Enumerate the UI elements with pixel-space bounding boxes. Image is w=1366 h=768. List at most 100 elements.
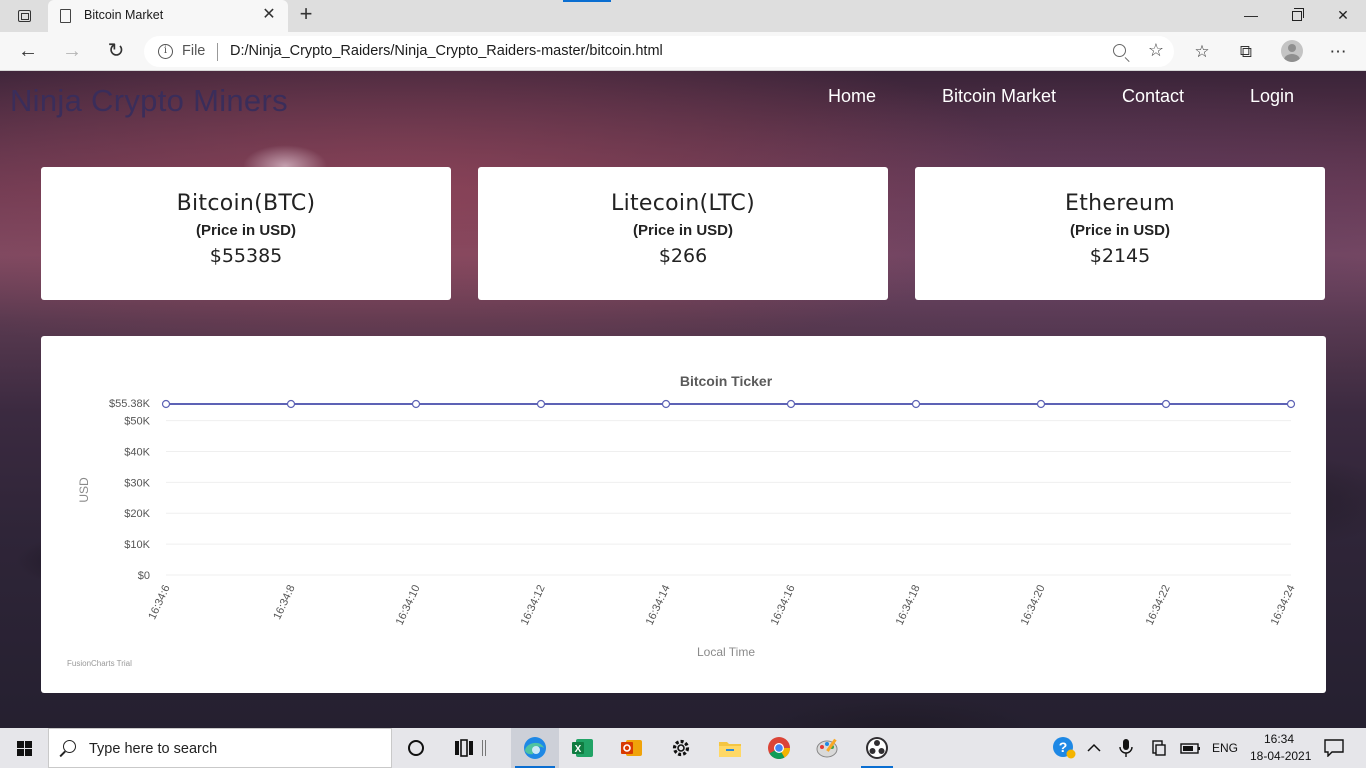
- data-point[interactable]: [1286, 399, 1296, 409]
- price-card-ltc: Litecoin(LTC) (Price in USD) $266: [478, 167, 888, 300]
- more-menu-icon[interactable]: ⋯: [1327, 41, 1349, 63]
- close-window-button[interactable]: ✕: [1320, 0, 1366, 32]
- outlook-icon[interactable]: [612, 732, 652, 764]
- tab-title: Bitcoin Market: [84, 8, 164, 22]
- page-icon: [60, 9, 71, 23]
- page-viewport: Ninja Crypto Miners Home Bitcoin Market …: [0, 71, 1366, 728]
- chart-title: Bitcoin Ticker: [680, 373, 773, 389]
- browser-toolbar: ← → ↻ i File D:/Ninja_Crypto_Raiders/Nin…: [0, 32, 1366, 71]
- data-point[interactable]: [911, 399, 921, 409]
- price-unit: (Price in USD): [632, 222, 734, 239]
- data-point[interactable]: [286, 399, 296, 409]
- svg-text:?: ?: [1059, 739, 1068, 755]
- coin-price: $266: [658, 245, 708, 267]
- y-axis-label: USD: [77, 477, 91, 503]
- price-unit: (Price in USD): [1069, 222, 1171, 239]
- chrome-icon[interactable]: [759, 732, 799, 764]
- clock-time[interactable]: 16:34: [1264, 732, 1294, 746]
- svg-text:X: X: [575, 744, 582, 755]
- chart-panel: Bitcoin Ticker USD Local Time FusionChar…: [41, 336, 1326, 693]
- x-tick-label: 16:34:16: [769, 583, 798, 627]
- site-nav: Home Bitcoin Market Contact Login: [0, 86, 1366, 116]
- back-button[interactable]: ←: [14, 39, 42, 65]
- price-card-btc: Bitcoin(BTC) (Price in USD) $55385: [41, 167, 451, 300]
- taskbar: Type here to search X ? ENG 16:34 18-04-…: [0, 728, 1366, 768]
- nav-link-contact[interactable]: Contact: [1122, 86, 1184, 107]
- nav-link-bitcoin-market[interactable]: Bitcoin Market: [942, 86, 1056, 107]
- chart-watermark: FusionCharts Trial: [67, 659, 132, 668]
- restore-button[interactable]: [1274, 0, 1320, 32]
- y-tick-label: $40K: [124, 446, 150, 458]
- url-text[interactable]: D:/Ninja_Crypto_Raiders/Ninja_Crypto_Rai…: [230, 43, 663, 59]
- add-favorite-icon[interactable]: ☆: [1148, 40, 1164, 61]
- zoom-icon[interactable]: [1113, 44, 1126, 57]
- notification-icon[interactable]: [1314, 732, 1354, 764]
- taskbar-search[interactable]: Type here to search: [48, 728, 392, 768]
- paint-icon[interactable]: [808, 732, 848, 764]
- data-point[interactable]: [1161, 399, 1171, 409]
- excel-icon[interactable]: X: [563, 732, 603, 764]
- tab-actions-button[interactable]: [12, 6, 36, 26]
- data-point[interactable]: [1036, 399, 1046, 409]
- collections-icon[interactable]: ⧉: [1235, 41, 1257, 63]
- y-tick-label: $50K: [124, 416, 150, 428]
- browser-tab-bar: Bitcoin Market ✕ + — ✕: [0, 0, 1366, 32]
- clock-date[interactable]: 18-04-2021: [1250, 749, 1311, 763]
- forward-button[interactable]: →: [58, 39, 86, 65]
- x-tick-label: 16:34:22: [1144, 583, 1173, 627]
- taskbar-divider: [476, 732, 492, 764]
- data-point[interactable]: [536, 399, 546, 409]
- price-unit: (Price in USD): [195, 222, 297, 239]
- restore-icon: [1292, 8, 1304, 21]
- x-tick-label: 16:34:8: [271, 583, 297, 621]
- data-point[interactable]: [411, 399, 421, 409]
- coin-price: $2145: [1089, 245, 1151, 267]
- x-tick-label: 16:34:14: [644, 583, 673, 627]
- x-tick-label: 16:34:10: [394, 583, 423, 627]
- close-tab-icon[interactable]: ✕: [260, 6, 278, 24]
- settings-gear-icon[interactable]: [661, 732, 701, 764]
- address-separator: [217, 43, 218, 61]
- data-point[interactable]: [161, 399, 171, 409]
- nav-link-home[interactable]: Home: [828, 86, 876, 107]
- battery-icon[interactable]: [1172, 732, 1210, 764]
- language-indicator[interactable]: ENG: [1212, 741, 1238, 755]
- data-point[interactable]: [661, 399, 671, 409]
- x-tick-label: 16:34:12: [519, 583, 548, 627]
- coin-name: Bitcoin(BTC): [176, 191, 316, 216]
- refresh-button[interactable]: ↻: [102, 39, 130, 65]
- y-tick-label: $10K: [124, 539, 150, 551]
- minimize-button[interactable]: —: [1228, 0, 1274, 32]
- x-tick-label: 16:34:24: [1269, 583, 1298, 627]
- file-explorer-icon[interactable]: [710, 732, 750, 764]
- edge-icon: [524, 737, 546, 759]
- taskbar-edge-button[interactable]: [511, 728, 559, 768]
- y-tick-label: $30K: [124, 477, 150, 489]
- x-tick-label: 16:34:6: [146, 583, 172, 621]
- address-bar[interactable]: i File D:/Ninja_Crypto_Raiders/Ninja_Cry…: [144, 36, 1174, 67]
- new-tab-button[interactable]: +: [294, 3, 318, 27]
- x-axis-ticks: 16:34:6 16:34:8 16:34:10 16:34:12 16:34:14 16…: [146, 583, 1297, 627]
- y-max-label: $55.38K: [109, 398, 151, 410]
- y-tick-label: $0: [138, 570, 150, 582]
- favorites-icon[interactable]: ☆: [1191, 41, 1213, 63]
- obs-icon[interactable]: [857, 732, 897, 768]
- coin-name: Litecoin(LTC): [611, 191, 755, 216]
- coin-name: Ethereum: [1065, 191, 1175, 216]
- start-button[interactable]: [0, 728, 48, 768]
- x-tick-label: 16:34:20: [1019, 583, 1048, 627]
- window-controls: — ✕: [1228, 0, 1366, 32]
- info-icon[interactable]: i: [158, 44, 173, 59]
- nav-link-login[interactable]: Login: [1250, 86, 1294, 107]
- x-tick-label: 16:34:18: [894, 583, 923, 627]
- y-tick-label: $20K: [124, 508, 150, 520]
- y-axis-ticks: $0 $10K $20K $30K $40K $50K $55.38K: [109, 398, 151, 582]
- windows-logo-icon: [17, 741, 32, 756]
- browser-tab[interactable]: Bitcoin Market ✕: [48, 0, 288, 32]
- x-axis-label: Local Time: [697, 645, 755, 659]
- profile-avatar[interactable]: [1281, 40, 1303, 62]
- cortana-icon[interactable]: [396, 732, 436, 764]
- data-point[interactable]: [786, 399, 796, 409]
- scheme-label: File: [182, 43, 206, 59]
- loading-indicator: [563, 0, 611, 2]
